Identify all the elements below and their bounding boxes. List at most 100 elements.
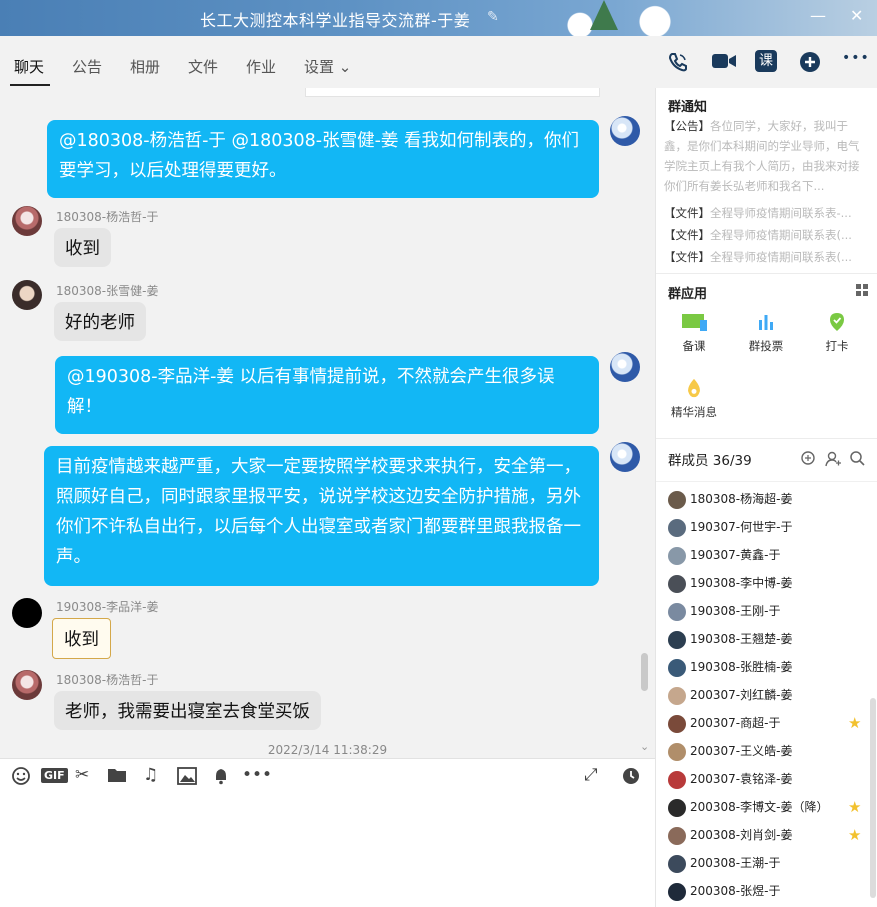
- member-item[interactable]: 200308-张煜-于: [668, 881, 780, 901]
- chat-scrollbar[interactable]: [641, 653, 648, 691]
- check-in-icon: [830, 313, 844, 331]
- add-member-icon[interactable]: [825, 451, 841, 467]
- notice-content[interactable]: 【公告】各位同学，大家好，我叫于鑫，是你们本科期间的学业导师，电气学院主页上有我…: [664, 116, 864, 196]
- member-list-scrollbar[interactable]: [870, 698, 876, 898]
- divider: [656, 273, 877, 274]
- avatar[interactable]: [12, 598, 42, 628]
- chat-actions: 课 •••: [655, 36, 877, 88]
- member-item[interactable]: 200307-袁铭泽-姜: [668, 769, 792, 789]
- member-item[interactable]: 190308-张胜楠-姜: [668, 657, 792, 677]
- input-toolbar: GIF ✂ ♫ ••• ⤢: [0, 758, 655, 794]
- chat-history[interactable]: @180308-杨浩哲-于 @180308-张雪健-姜 看我如何制表的，你们要学…: [0, 88, 655, 758]
- tab-chat[interactable]: 聊天: [14, 56, 44, 77]
- members-title: 群成员 36/39: [668, 453, 752, 469]
- close-button[interactable]: ✕: [850, 6, 863, 25]
- music-icon[interactable]: ♫: [143, 765, 158, 785]
- message-bubble[interactable]: 老师，我需要出寝室去食堂买饭: [54, 691, 321, 730]
- member-name: 190307-何世宇-于: [690, 520, 793, 534]
- avatar: [668, 630, 686, 649]
- grid-icon[interactable]: [856, 284, 869, 297]
- avatar: [668, 602, 686, 621]
- app-prepare-lesson[interactable]: 备课: [664, 312, 724, 354]
- phone-icon[interactable]: [667, 51, 689, 73]
- tab-settings[interactable]: 设置 ⌄: [304, 56, 351, 77]
- avatar[interactable]: [610, 442, 640, 472]
- folder-icon[interactable]: [107, 767, 127, 783]
- apps-title: 群应用: [668, 287, 708, 302]
- avatar[interactable]: [12, 206, 42, 236]
- message-bubble[interactable]: @180308-杨浩哲-于 @180308-张雪健-姜 看我如何制表的，你们要学…: [47, 120, 599, 198]
- app-check-in[interactable]: 打卡: [807, 312, 867, 354]
- tab-homework[interactable]: 作业: [246, 56, 276, 77]
- tab-announcement[interactable]: 公告: [72, 56, 102, 77]
- member-item[interactable]: 180308-杨海超-姜: [668, 489, 792, 509]
- message-bubble[interactable]: 好的老师: [54, 302, 146, 341]
- chat-tabs: 聊天 公告 相册 文件 作业 设置 ⌄: [0, 36, 655, 88]
- member-name: 200308-刘肖剑-姜: [690, 828, 793, 842]
- message-bubble[interactable]: 收到: [54, 228, 111, 267]
- sender-name: 190308-李品洋-姜: [56, 600, 159, 614]
- pencil-icon[interactable]: ✎: [487, 9, 499, 25]
- file-item[interactable]: 【文件】全程导师疫情期间联系表-...: [664, 205, 852, 221]
- previous-message-card: [305, 88, 600, 97]
- history-icon[interactable]: [622, 767, 640, 785]
- member-item[interactable]: 200307-商超-于: [668, 713, 780, 733]
- member-name: 200307-王义皓-姜: [690, 744, 793, 758]
- member-item[interactable]: 190307-何世宇-于: [668, 517, 792, 537]
- member-item[interactable]: 190307-黄鑫-于: [668, 545, 780, 565]
- member-name: 200308-李博文-姜（降）: [690, 800, 829, 814]
- app-highlights[interactable]: 精华消息: [664, 378, 724, 420]
- message-timestamp: 2022/3/14 11:38:29: [267, 743, 388, 757]
- essence-icon: [688, 378, 700, 398]
- title-bar: 长工大测控本科学业指导交流群-于姜 ✎ — ✕: [0, 0, 877, 36]
- tree-decoration: [590, 0, 618, 30]
- message-bubble[interactable]: 目前疫情越来越严重，大家一定要按照学校要求来执行，安全第一，照顾好自己，同时跟家…: [44, 446, 599, 586]
- member-item[interactable]: 190308-王刚-于: [668, 601, 780, 621]
- member-item[interactable]: 200308-李博文-姜（降）: [668, 797, 828, 817]
- member-item[interactable]: 200307-王义皓-姜: [668, 741, 792, 761]
- tab-album[interactable]: 相册: [130, 56, 160, 77]
- member-item[interactable]: 200308-刘肖剑-姜: [668, 825, 792, 845]
- avatar[interactable]: [12, 670, 42, 700]
- member-manage-icon[interactable]: [801, 451, 817, 467]
- emoji-icon[interactable]: [12, 767, 30, 785]
- file-item[interactable]: 【文件】全程导师疫情期间联系表(...: [664, 249, 852, 265]
- avatar[interactable]: [610, 352, 640, 382]
- message-input[interactable]: [0, 794, 655, 907]
- app-group-vote[interactable]: 群投票: [736, 312, 796, 354]
- member-name: 190308-王翘楚-姜: [690, 632, 793, 646]
- star-icon: ★: [848, 798, 862, 816]
- message-bubble[interactable]: 收到: [52, 618, 111, 659]
- member-item[interactable]: 190308-王翘楚-姜: [668, 629, 792, 649]
- star-icon: ★: [848, 826, 862, 844]
- avatar: [668, 686, 686, 705]
- expand-icon[interactable]: ⤢: [584, 765, 598, 785]
- file-item[interactable]: 【文件】全程导师疫情期间联系表(...: [664, 227, 852, 243]
- bell-icon[interactable]: [212, 767, 230, 785]
- gif-icon[interactable]: GIF: [41, 768, 68, 783]
- avatar: [668, 882, 686, 901]
- more-icon[interactable]: •••: [842, 50, 870, 66]
- avatar: [668, 854, 686, 873]
- scissors-icon[interactable]: ✂: [75, 765, 89, 785]
- more-icon[interactable]: •••: [242, 765, 272, 785]
- notice-title: 群通知: [668, 100, 708, 115]
- message-bubble[interactable]: @190308-李品洋-姜 以后有事情提前说，不然就会产生很多误解！: [55, 356, 599, 434]
- add-icon[interactable]: [799, 51, 821, 73]
- member-name: 200308-王潮-于: [690, 856, 781, 870]
- video-icon[interactable]: [711, 51, 737, 71]
- member-item[interactable]: 190308-李中博-姜: [668, 573, 792, 593]
- minimize-button[interactable]: —: [810, 6, 826, 25]
- avatar[interactable]: [610, 116, 640, 146]
- avatar: [668, 798, 686, 817]
- avatar[interactable]: [12, 280, 42, 310]
- image-icon[interactable]: [177, 767, 197, 785]
- class-icon[interactable]: 课: [755, 50, 777, 72]
- member-item[interactable]: 200308-王潮-于: [668, 853, 780, 873]
- member-name: 200307-商超-于: [690, 716, 781, 730]
- tab-files[interactable]: 文件: [188, 56, 218, 77]
- search-icon[interactable]: [850, 451, 865, 466]
- member-item[interactable]: 200307-刘红麟-姜: [668, 685, 792, 705]
- avatar: [668, 770, 686, 789]
- chevron-down-icon[interactable]: ⌄: [640, 740, 649, 753]
